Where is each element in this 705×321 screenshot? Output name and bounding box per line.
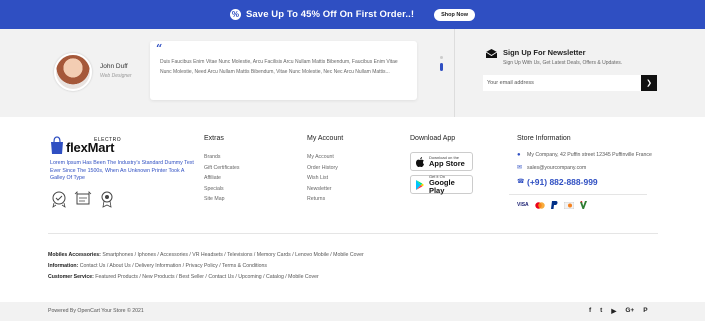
- extras-title: Extras: [204, 135, 224, 142]
- quote-icon: “: [156, 42, 163, 55]
- percent-icon: %: [229, 9, 241, 20]
- links-row-items[interactable]: Smartphones / Iphones / Accessories / VR…: [102, 252, 363, 258]
- store-phone[interactable]: ☎ (+91) 882-888-999: [517, 177, 652, 188]
- account-link[interactable]: Wish List: [307, 173, 343, 184]
- discover-icon: [563, 201, 574, 209]
- links-row-label: Information:: [48, 263, 79, 269]
- divider: [509, 194, 647, 195]
- download-title: Download App: [410, 135, 456, 142]
- links-row-label: Mobiles Accessories:: [48, 252, 101, 258]
- testimonial-card: “ Duis Faucibus Enim Vitae Nunc Molestie…: [150, 41, 417, 100]
- logo-subtext: ELECTRO: [94, 137, 122, 143]
- shop-now-button[interactable]: Shop Now: [434, 8, 475, 21]
- bottom-bar: Powered By OpenCart Your Store © 2021 f …: [0, 302, 705, 321]
- extras-column: Extras Brands Gift Certificates Affiliat…: [204, 135, 239, 205]
- google-play-label: Google Play: [428, 178, 455, 195]
- extras-link[interactable]: Site Map: [204, 194, 239, 205]
- google-play-button[interactable]: Get it On Google Play: [410, 174, 473, 195]
- account-title: My Account: [307, 135, 344, 142]
- store-phone-text[interactable]: (+91) 882-888-999: [527, 177, 598, 187]
- shopping-bag-icon: [51, 136, 63, 154]
- card-icon: [579, 201, 587, 209]
- pinterest-icon[interactable]: P: [643, 307, 647, 315]
- testimonial-newsletter-band: John Duff Web Designer “ Duis Faucibus E…: [0, 29, 705, 117]
- apple-icon: [416, 156, 424, 167]
- testimonial-role: Web Designer: [100, 73, 132, 79]
- paypal-icon: [550, 201, 558, 209]
- divider: [48, 233, 658, 234]
- payment-methods: VISA: [517, 201, 652, 209]
- newsletter-email-input[interactable]: [483, 75, 641, 91]
- store-email[interactable]: ✉ sales@yourcompany.com: [517, 165, 652, 172]
- pagination-dot-active[interactable]: [440, 63, 443, 71]
- account-link[interactable]: Returns: [307, 194, 343, 205]
- youtube-icon[interactable]: ▶: [611, 307, 616, 315]
- extras-link[interactable]: Specials: [204, 184, 239, 195]
- quality-badge-icon: [101, 191, 113, 208]
- mobiles-accessories-row: Mobiles Accessories: Smartphones / Iphon…: [48, 252, 364, 258]
- store-title: Store Information: [517, 135, 571, 142]
- envelope-icon: [486, 49, 497, 58]
- newsletter-title: Sign Up For Newsletter: [503, 48, 586, 57]
- extras-link[interactable]: Affiliate: [204, 173, 239, 184]
- account-link[interactable]: My Account: [307, 152, 343, 163]
- extras-link[interactable]: Gift Certificates: [204, 163, 239, 174]
- newsletter-submit-button[interactable]: ❯: [641, 75, 657, 91]
- site-logo[interactable]: flexMart ELECTRO: [50, 136, 130, 156]
- extras-link[interactable]: Brands: [204, 152, 239, 163]
- mastercard-icon: [534, 201, 545, 209]
- store-email-text[interactable]: sales@yourcompany.com: [527, 165, 586, 171]
- store-address: ● My Company, 42 Puffin street 12345 Puf…: [517, 152, 652, 159]
- links-row-items[interactable]: Contact Us / About Us / Delivery Informa…: [80, 263, 267, 269]
- phone-icon: ☎: [517, 179, 525, 185]
- delivery-badge-icon: [74, 191, 92, 205]
- about-text: Lorem Ipsum Has Been The Industry's Stan…: [50, 160, 194, 181]
- powered-by-text: Powered By OpenCart Your Store © 2021: [48, 308, 144, 314]
- location-pin-icon: ●: [517, 152, 521, 158]
- promo-text: Save Up To 45% Off On First Order..!: [245, 9, 415, 20]
- store-address-text: My Company, 42 Puffin street 12345 Puffi…: [527, 152, 652, 158]
- divider: [454, 29, 455, 117]
- social-links: f t ▶ G+ P: [589, 307, 648, 315]
- facebook-icon[interactable]: f: [589, 307, 591, 315]
- app-store-label: App Store: [429, 159, 465, 168]
- trust-badges: [50, 190, 116, 208]
- testimonial-text: Duis Faucibus Enim Vitae Nunc Molestie, …: [160, 59, 398, 75]
- twitter-icon[interactable]: t: [600, 307, 602, 315]
- account-link[interactable]: Order History: [307, 163, 343, 174]
- customer-service-row: Customer Service: Featured Products / Ne…: [48, 274, 319, 280]
- testimonial-name: John Duff: [100, 63, 128, 70]
- download-column: Download App Download on the App Store G…: [410, 135, 473, 198]
- information-row: Information: Contact Us / About Us / Del…: [48, 263, 267, 269]
- email-icon: ✉: [517, 165, 523, 171]
- pagination-dot[interactable]: [440, 56, 443, 59]
- google-plus-icon[interactable]: G+: [625, 307, 634, 315]
- account-column: My Account My Account Order History Wish…: [307, 135, 343, 205]
- links-row-label: Customer Service:: [48, 274, 94, 280]
- account-link[interactable]: Newsletter: [307, 184, 343, 195]
- testimonial-pagination: [440, 56, 443, 75]
- app-store-button[interactable]: Download on the App Store: [410, 152, 473, 171]
- avatar: [54, 53, 92, 91]
- newsletter-subtitle: Sign Up With Us, Get Latest Deals, Offer…: [503, 60, 623, 66]
- promo-bar: % Save Up To 45% Off On First Order..! S…: [0, 0, 705, 29]
- chevron-right-icon: ❯: [646, 80, 652, 87]
- checked-badge-icon: [52, 191, 66, 208]
- google-play-icon: [416, 179, 424, 190]
- store-info-column: Store Information ● My Company, 42 Puffi…: [509, 135, 652, 209]
- links-row-items[interactable]: Featured Products / New Products / Best …: [95, 274, 318, 280]
- visa-icon: VISA: [517, 202, 529, 208]
